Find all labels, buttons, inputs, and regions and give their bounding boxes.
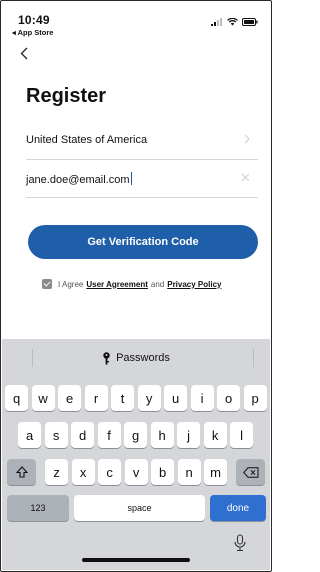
- key-i[interactable]: i: [190, 385, 214, 411]
- microphone-icon[interactable]: [234, 534, 246, 557]
- back-to-app-store[interactable]: ◂ App Store: [12, 28, 53, 37]
- user-agreement-link[interactable]: User Agreement: [86, 280, 148, 289]
- battery-icon: [242, 18, 258, 26]
- key-y[interactable]: y: [137, 385, 161, 411]
- divider: [32, 349, 33, 367]
- key-r[interactable]: r: [84, 385, 108, 411]
- key-v[interactable]: v: [124, 459, 148, 485]
- passwords-label: Passwords: [116, 352, 170, 364]
- key-h[interactable]: h: [150, 422, 174, 448]
- key-icon: [103, 351, 110, 364]
- divider: [253, 349, 254, 367]
- status-icons: [211, 18, 258, 26]
- key-j[interactable]: j: [177, 422, 201, 448]
- shift-key[interactable]: [7, 459, 36, 485]
- agreement-middle: and: [150, 279, 165, 289]
- key-b[interactable]: b: [151, 459, 175, 485]
- email-field[interactable]: jane.doe@email.com: [26, 164, 258, 198]
- key-f[interactable]: f: [97, 422, 121, 448]
- key-l[interactable]: l: [230, 422, 254, 448]
- key-t[interactable]: t: [111, 385, 135, 411]
- delete-key[interactable]: [236, 459, 265, 485]
- status-time: 10:49: [18, 13, 50, 27]
- key-p[interactable]: p: [243, 385, 267, 411]
- key-g[interactable]: g: [124, 422, 148, 448]
- backspace-icon: [242, 466, 258, 478]
- email-value: jane.doe@email.com: [26, 172, 132, 186]
- country-value: United States of America: [26, 134, 148, 146]
- key-m[interactable]: m: [204, 459, 228, 485]
- space-key[interactable]: space: [74, 495, 205, 521]
- key-s[interactable]: s: [44, 422, 68, 448]
- privacy-policy-link[interactable]: Privacy Policy: [167, 280, 221, 289]
- clear-icon[interactable]: [241, 170, 250, 185]
- agreement-checkbox[interactable]: [42, 279, 52, 289]
- text-caret: [130, 172, 132, 185]
- key-a[interactable]: a: [18, 422, 42, 448]
- chevron-left-icon[interactable]: [20, 45, 28, 63]
- key-n[interactable]: n: [177, 459, 201, 485]
- shift-icon: [15, 466, 28, 478]
- key-c[interactable]: c: [98, 459, 122, 485]
- home-indicator: [82, 558, 190, 562]
- agreement-prefix: I Agree: [58, 279, 84, 289]
- chevron-right-icon: [244, 132, 250, 147]
- key-u[interactable]: u: [164, 385, 188, 411]
- key-o[interactable]: o: [217, 385, 241, 411]
- key-x[interactable]: x: [71, 459, 95, 485]
- key-z[interactable]: z: [45, 459, 69, 485]
- get-verification-code-button[interactable]: Get Verification Code: [28, 225, 258, 259]
- country-selector[interactable]: United States of America: [26, 126, 258, 160]
- key-q[interactable]: q: [5, 385, 29, 411]
- signal-icon: [211, 18, 222, 26]
- password-suggestion-bar[interactable]: Passwords: [2, 339, 270, 377]
- key-w[interactable]: w: [31, 385, 55, 411]
- key-d[interactable]: d: [71, 422, 95, 448]
- done-key[interactable]: done: [210, 495, 266, 521]
- numbers-key[interactable]: 123: [7, 495, 69, 521]
- key-e[interactable]: e: [58, 385, 82, 411]
- page-title: Register: [26, 85, 107, 107]
- agreement-row: I Agree User Agreement and Privacy Polic…: [42, 279, 225, 289]
- key-k[interactable]: k: [203, 422, 227, 448]
- keyboard: Passwords qwertyuiop asdfghjkl zxcvbnm 1…: [2, 339, 270, 570]
- wifi-icon: [227, 18, 238, 26]
